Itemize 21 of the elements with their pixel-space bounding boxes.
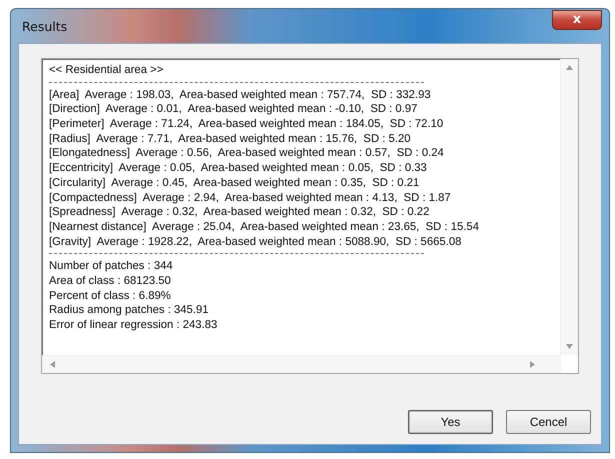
section-heading: << Residential area >> [49, 63, 164, 78]
measure-line: [Elongatedness] Average : 0.56, Area-based weighted mean : 0.57, SD : 0.24 [49, 146, 445, 162]
summary-line: Radius among patches : 345.91 [49, 303, 210, 318]
measure-line: [Circularity] Average : 0.45, Area-based weighted mean : 0.35, SD : 0.21 [49, 176, 420, 190]
window-title: Results [22, 18, 68, 34]
summary-line: Number of patches : 344 [49, 259, 174, 274]
measure-line: [Area] Average : 198.03, Area-based weighted mean : 757.74, SD : 332.93 [49, 88, 432, 102]
dialog-button[interactable]: Cencel [506, 410, 591, 434]
measure-line: [Perimeter] Average : 71.24, Area-based weighted mean : 184.05, SD : 72.10 [49, 117, 444, 132]
measure-line: [Direction] Average : 0.01, Area-based weighted mean : -0.10, SD : 0.97 [49, 102, 418, 118]
measure-line: [Radius] Average : 7.71, Area-based weighted mean : 15.76, SD : 5.20 [49, 132, 412, 146]
close-button[interactable]: x [552, 10, 602, 30]
measure-line: [Eccentricity] Average : 0.05, Area-based weighted mean : 0.05, SD : 0.33 [49, 161, 428, 176]
summary-line: Error of linear regression : 243.83 [49, 318, 218, 333]
summary-line: Percent of class : 6.89% [49, 288, 172, 304]
summary-line: Area of class : 68123.50 [49, 274, 172, 289]
measure-line: [Spreadness] Average : 0.32, Area-based weighted mean : 0.32, SD : 0.22 [49, 205, 430, 220]
measure-line: [Nearnest distance] Average : 25.04, Area-based weighted mean : 23.65, SD : 15.54 [49, 220, 480, 235]
measure-line: [Gravity] Average : 1928.22, Area-based weighted mean : 5088.90, SD : 5665.08 [49, 234, 462, 250]
dialog-button[interactable]: Yes [408, 410, 493, 434]
measure-line: [Compactedness] Average : 2.94, Area-based weighted mean : 4.13, SD : 1.87 [49, 190, 452, 206]
